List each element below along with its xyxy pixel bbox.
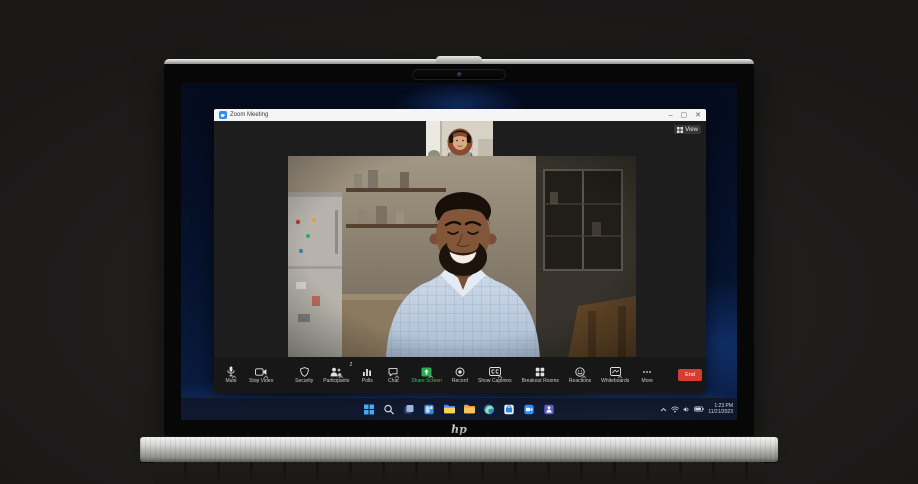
woman-with-headphones-video [426, 121, 493, 161]
windows-taskbar[interactable]: 1:23 PM 11/21/2023 [181, 397, 737, 420]
edge-icon[interactable] [483, 403, 496, 416]
laptop-hinge [140, 437, 778, 462]
toolbar-feature-group: Security 2 Participants Polls Chat Share… [290, 357, 660, 393]
zoom-meeting-window[interactable]: Zoom Meeting – ▢ ✕ View Mute Stop Video … [214, 109, 706, 393]
start-icon[interactable] [363, 403, 376, 416]
task-view-icon[interactable] [403, 403, 416, 416]
system-tray[interactable]: 1:23 PM 11/21/2023 [660, 398, 733, 420]
participants-count-badge: 2 [349, 362, 353, 368]
share-screen-button[interactable]: Share Screen [406, 357, 447, 393]
search-icon[interactable] [383, 403, 396, 416]
mute-button[interactable]: Mute [218, 357, 244, 393]
show-captions-button[interactable]: Show Captions [473, 357, 517, 393]
file-explorer-icon[interactable] [443, 403, 456, 416]
chevron-up-icon [263, 375, 269, 379]
whiteboards-label: Whiteboards [601, 378, 630, 384]
store-icon[interactable] [503, 403, 516, 416]
wifi-icon[interactable] [671, 406, 680, 413]
laptop-scene: Zoom Meeting – ▢ ✕ View Mute Stop Video … [0, 0, 918, 484]
mute-label: Mute [225, 378, 237, 384]
widgets-icon[interactable] [423, 403, 436, 416]
webcam-lens-icon [456, 72, 462, 77]
laptop-screen: Zoom Meeting – ▢ ✕ View Mute Stop Video … [181, 83, 737, 420]
laptop-base [140, 437, 778, 484]
polls-button[interactable]: Polls [354, 357, 380, 393]
taskbar-clock[interactable]: 1:23 PM 11/21/2023 [708, 403, 733, 415]
security-label: Security [295, 378, 314, 384]
share-screen-label: Share Screen [411, 378, 442, 384]
window-titlebar[interactable]: Zoom Meeting – ▢ ✕ [214, 109, 706, 121]
breakout-rooms-button[interactable]: Breakout Rooms [517, 357, 564, 393]
window-maximize-button[interactable]: ▢ [681, 112, 688, 119]
show-captions-label: Show Captions [478, 378, 512, 384]
window-minimize-button[interactable]: – [669, 112, 673, 119]
grid-view-icon [677, 126, 684, 133]
laptop-lid-tab [436, 56, 482, 63]
taskbar-center-icons [363, 398, 556, 420]
chevron-up-icon [581, 375, 587, 379]
polls-label: Polls [361, 378, 373, 384]
laptop-keyboard [154, 462, 764, 484]
window-close-button[interactable]: ✕ [695, 112, 701, 119]
zoom-app-icon[interactable] [523, 403, 536, 416]
participants-label: Participants [323, 378, 350, 384]
man-smiling-in-kitchen-video [288, 156, 636, 359]
participants-button[interactable]: 2 Participants [318, 357, 354, 393]
stop-video-button[interactable]: Stop Video [244, 357, 278, 393]
meeting-area: View Mute Stop Video Security 2 Particip… [214, 121, 706, 393]
window-title: Zoom Meeting [230, 112, 269, 118]
folder-icon[interactable] [463, 403, 476, 416]
security-button[interactable]: Security [290, 357, 318, 393]
chevron-up-tray-icon[interactable] [660, 407, 667, 412]
volume-icon[interactable] [683, 406, 690, 413]
chevron-up-icon [497, 375, 503, 379]
shield-icon [299, 366, 309, 377]
zoom-logo-icon [219, 111, 227, 119]
more-button[interactable]: More [634, 357, 660, 393]
whiteboards-button[interactable]: Whiteboards [596, 357, 634, 393]
clock-date: 11/21/2023 [708, 409, 733, 415]
laptop-lid: Zoom Meeting – ▢ ✕ View Mute Stop Video … [164, 56, 754, 436]
reactions-label: Reactions [568, 378, 592, 384]
teams-icon[interactable] [543, 403, 556, 416]
more-icon [643, 370, 652, 373]
record-label: Record [451, 378, 469, 384]
chat-button[interactable]: Chat [380, 357, 406, 393]
hp-logo: hp [451, 423, 467, 436]
chevron-up-icon [428, 375, 434, 379]
record-icon [455, 367, 465, 376]
battery-icon[interactable] [694, 406, 705, 412]
meeting-toolbar: Mute Stop Video Security 2 Participants … [214, 357, 706, 393]
reactions-button[interactable]: Reactions [564, 357, 596, 393]
chevron-up-icon [395, 375, 400, 379]
participant-thumbnail-video[interactable] [426, 121, 493, 161]
webcam-module [412, 69, 506, 80]
polls-icon [363, 368, 372, 376]
chevron-up-icon [231, 375, 237, 379]
toolbar-audio-video-group: Mute Stop Video [218, 357, 278, 393]
stop-video-label: Stop Video [249, 378, 274, 384]
chat-label: Chat [388, 378, 399, 384]
end-meeting-button[interactable]: End [678, 369, 702, 381]
breakout-rooms-icon [536, 367, 545, 376]
view-button-label: View [685, 126, 698, 133]
breakout-rooms-label: Breakout Rooms [521, 378, 559, 384]
view-button[interactable]: View [674, 125, 701, 134]
more-label: More [641, 378, 653, 384]
chevron-up-icon [617, 375, 623, 379]
active-speaker-video[interactable] [288, 156, 636, 359]
record-button[interactable]: Record [447, 357, 473, 393]
chevron-up-icon [338, 375, 344, 379]
